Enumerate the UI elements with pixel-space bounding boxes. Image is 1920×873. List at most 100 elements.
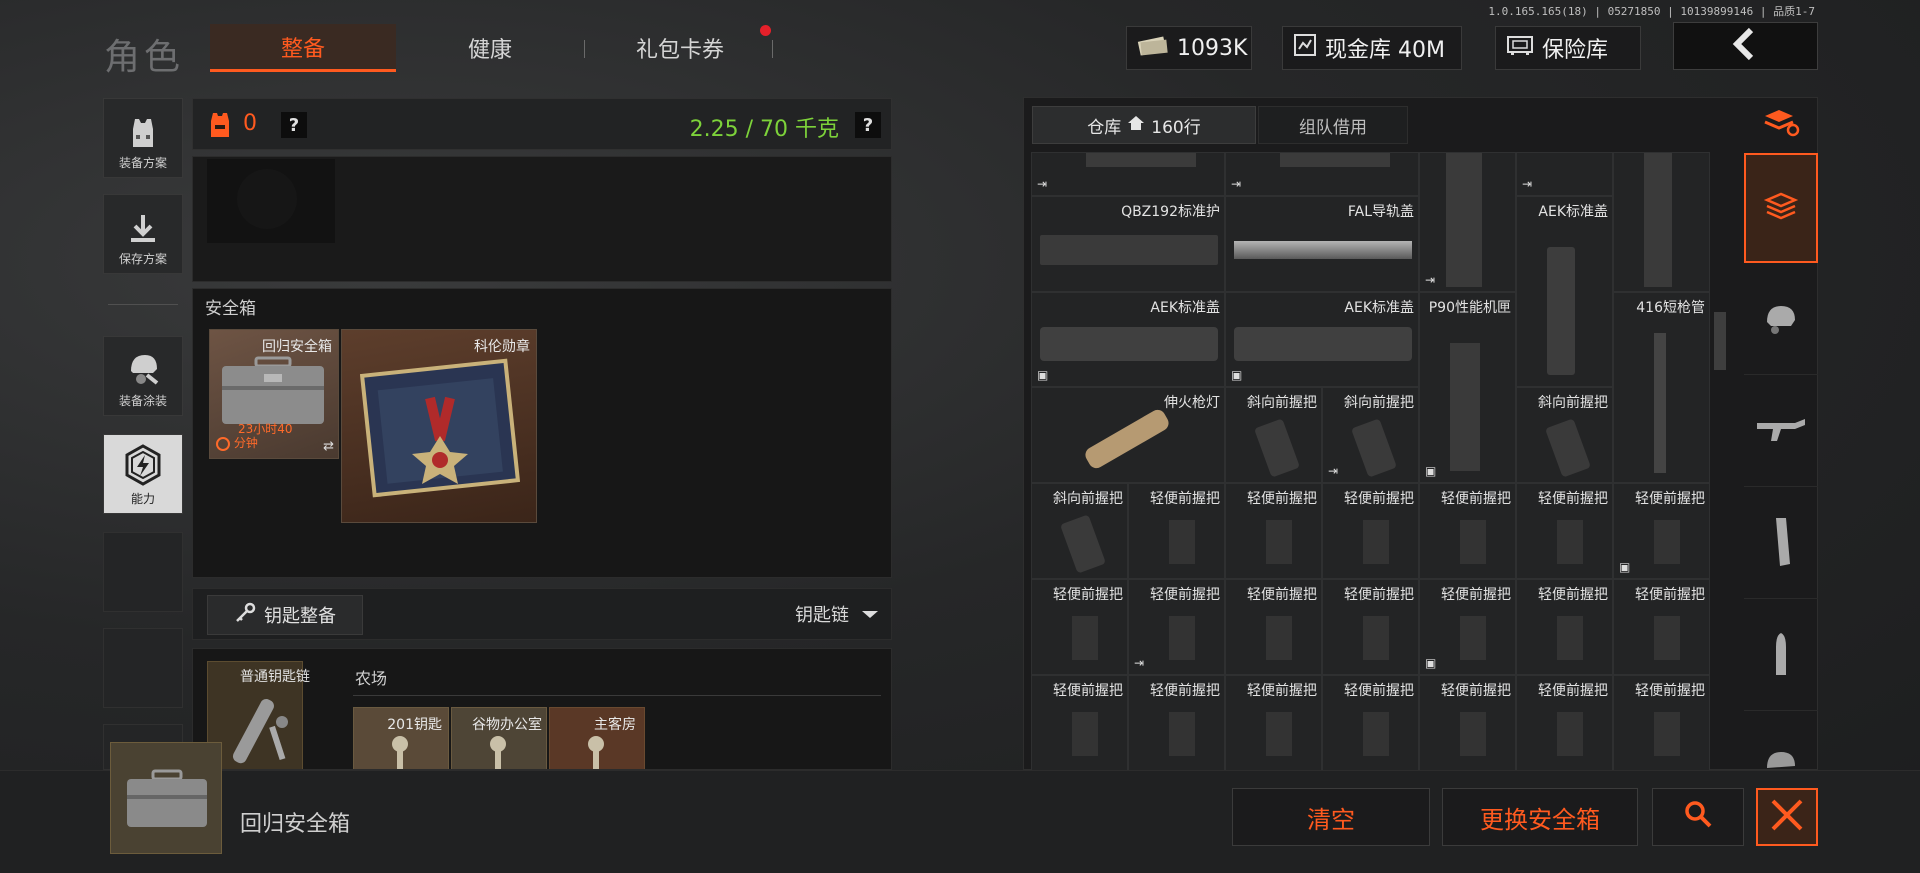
inventory-cell[interactable]: 轻便前握把 — [1322, 579, 1419, 675]
key-label: 201钥匙 — [387, 717, 442, 733]
armor-help-button[interactable]: ? — [281, 112, 307, 138]
category-ammo[interactable] — [1744, 601, 1818, 711]
search-icon — [1683, 799, 1713, 835]
sort-refresh-button[interactable] — [1744, 97, 1818, 151]
receiver-icon — [1450, 343, 1480, 471]
inventory-cell[interactable]: 斜向前握把 ⇥ — [1322, 387, 1419, 483]
receiver-icon — [1446, 153, 1482, 287]
grip-icon — [1557, 520, 1583, 564]
key-item[interactable]: 谷物办公室 — [451, 707, 547, 769]
insurance-label: 保险库 — [1542, 38, 1609, 63]
tab-health[interactable]: 健康 — [400, 24, 580, 72]
side-paint[interactable]: 装备涂装 — [103, 336, 183, 416]
inventory-cell[interactable] — [1613, 152, 1710, 292]
inventory-cell[interactable]: AEK标准盖 ▣ — [1031, 292, 1225, 387]
category-gear[interactable] — [1744, 265, 1818, 375]
inventory-cell[interactable]: 416短枪管 — [1613, 292, 1710, 483]
inventory-cell[interactable]: 轻便前握把 — [1031, 675, 1128, 770]
category-weapons[interactable] — [1744, 377, 1818, 487]
inventory-cell[interactable]: 轻便前握把 ▣ — [1613, 483, 1710, 579]
key-item[interactable]: 主客房 — [549, 707, 645, 769]
inventory-cell[interactable]: 轻便前握把 — [1419, 675, 1516, 770]
replace-safe-box-button[interactable]: 更换安全箱 — [1442, 788, 1638, 846]
inventory-cell[interactable]: P90性能机匣 ▣ — [1419, 292, 1516, 483]
grip-icon — [1072, 616, 1098, 660]
item-label: 轻便前握把 — [1344, 587, 1414, 603]
insurance-vault-button[interactable]: 保险库 — [1495, 26, 1641, 70]
area-divider — [353, 695, 881, 696]
medal-item[interactable]: 科伦勋章 — [341, 329, 537, 523]
inventory-scrollbar[interactable] — [1714, 312, 1726, 370]
inventory-cell[interactable]: 轻便前握把 — [1516, 675, 1613, 770]
close-icon — [1769, 797, 1805, 837]
key-item[interactable]: 201钥匙 — [353, 707, 449, 769]
inventory-cell[interactable]: ⇥ — [1516, 152, 1613, 196]
inventory-cell[interactable]: AEK标准盖 ▣ — [1225, 292, 1419, 387]
side-loadout-plan[interactable]: 装备方案 — [103, 98, 183, 178]
inventory-cell[interactable]: ⇥ — [1225, 152, 1419, 196]
inventory-cell[interactable]: 轻便前握把 — [1613, 675, 1710, 770]
keys-panel: 普通钥匙链 农场 201钥匙 谷物办公室 主客房 — [192, 648, 892, 770]
side-divider — [108, 304, 178, 305]
inventory-cell[interactable]: 轻便前握把 — [1225, 675, 1322, 770]
vault-icon — [1293, 33, 1317, 63]
equipment-slot[interactable] — [207, 159, 335, 243]
inventory-cell[interactable]: 轻便前握把 — [1322, 483, 1419, 579]
loadout-header: 0 ? 2.25 / 70 千克 ? — [192, 98, 892, 150]
clear-button[interactable]: 清空 — [1232, 788, 1430, 846]
inventory-cell[interactable]: 轻便前握把 — [1322, 675, 1419, 770]
cash-vault-button[interactable]: 现金库 40M — [1282, 26, 1462, 70]
safe-box-item[interactable]: 回归安全箱 23小时40 分钟 ⇄ — [209, 329, 339, 459]
inventory-cell[interactable]: ⇥ — [1419, 152, 1516, 292]
inventory-cell[interactable]: 轻便前握把 — [1225, 483, 1322, 579]
selected-item-slot[interactable] — [110, 742, 222, 854]
key-loadout-button[interactable]: 钥匙整备 — [207, 595, 363, 635]
tab-gift-coupons[interactable]: 礼包卡券 — [590, 24, 770, 72]
inventory-cell[interactable]: AEK标准盖 — [1516, 196, 1613, 387]
category-more[interactable] — [1744, 713, 1818, 770]
keychain-label: 普通钥匙链 — [240, 669, 310, 685]
inventory-cell[interactable]: 轻便前握把 — [1225, 579, 1322, 675]
category-all[interactable] — [1744, 153, 1818, 263]
inventory-cell[interactable]: 轻便前握把 — [1516, 579, 1613, 675]
tab-team-borrow[interactable]: 组队借用 — [1258, 106, 1408, 144]
inventory-cell[interactable]: 伸火枪灯 — [1031, 387, 1225, 483]
search-button[interactable] — [1652, 788, 1744, 846]
side-ability[interactable]: 能力 — [103, 434, 183, 514]
item-label: 轻便前握把 — [1538, 491, 1608, 507]
grip-icon — [1169, 616, 1195, 660]
weight-help-button[interactable]: ? — [855, 112, 881, 138]
category-magazines[interactable] — [1744, 489, 1818, 599]
inventory-cell[interactable]: QBZ192标准护 — [1031, 196, 1225, 292]
safe-box-title: 安全箱 — [205, 299, 256, 319]
case-icon — [127, 769, 207, 827]
tab-warehouse[interactable]: 仓库 160行 — [1032, 106, 1256, 144]
back-button[interactable] — [1673, 22, 1818, 70]
grip-icon — [1169, 520, 1195, 564]
safe-icon — [1506, 34, 1534, 62]
inventory-cell[interactable]: 轻便前握把 ▣ — [1419, 579, 1516, 675]
inventory-cell[interactable]: 轻便前握把 — [1128, 675, 1225, 770]
inventory-cell[interactable]: 轻便前握把 ⇥ — [1128, 579, 1225, 675]
side-save-plan[interactable]: 保存方案 — [103, 194, 183, 274]
inventory-cell[interactable]: 斜向前握把 — [1225, 387, 1322, 483]
inventory-cell[interactable]: 轻便前握把 — [1613, 579, 1710, 675]
cash-display[interactable]: 1093K — [1126, 26, 1252, 70]
inventory-cell[interactable]: 轻便前握把 — [1128, 483, 1225, 579]
inventory-cell[interactable]: 轻便前握把 — [1419, 483, 1516, 579]
close-button[interactable] — [1756, 788, 1818, 846]
item-label: 轻便前握把 — [1538, 587, 1608, 603]
item-label: 轻便前握把 — [1150, 683, 1220, 699]
inventory-cell[interactable]: 轻便前握把 — [1516, 483, 1613, 579]
inventory-cell[interactable]: 斜向前握把 — [1031, 483, 1128, 579]
tab-equip[interactable]: 整备 — [210, 24, 396, 72]
inventory-cell[interactable]: FAL导轨盖 — [1225, 196, 1419, 292]
inventory-cell[interactable]: ⇥ — [1031, 152, 1225, 196]
inventory-cell[interactable]: 轻便前握把 — [1031, 579, 1128, 675]
armor-icon — [207, 111, 233, 143]
item-label: 回归安全箱 — [262, 339, 332, 355]
chevron-left-icon — [1729, 27, 1763, 65]
inventory-cell[interactable]: 斜向前握把 — [1516, 387, 1613, 483]
grip-icon — [1557, 616, 1583, 660]
keychain-dropdown[interactable]: 钥匙链 — [795, 601, 879, 627]
